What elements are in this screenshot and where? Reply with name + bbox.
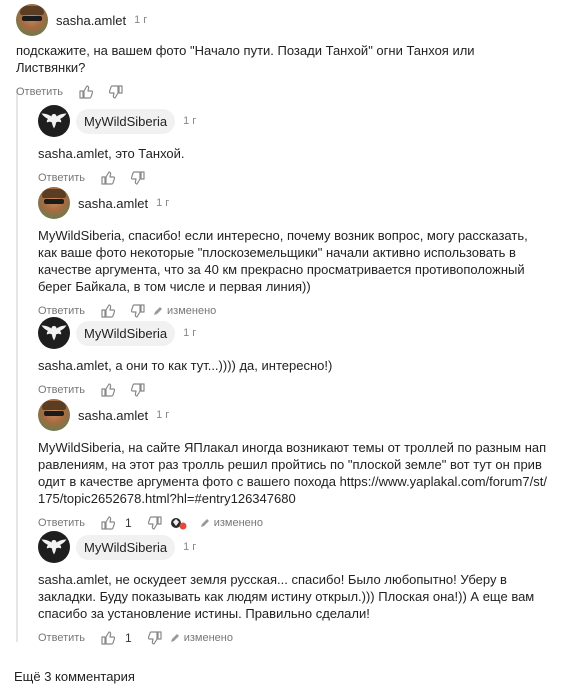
author-avatar[interactable] <box>38 105 70 137</box>
comment: sasha.amlet 1 г MyWildSiberia, спасибо! … <box>38 187 548 319</box>
comment-time: 1 г <box>183 327 197 339</box>
pencil-icon <box>200 519 209 527</box>
thumbs-up-icon[interactable] <box>101 516 116 530</box>
author-avatar[interactable] <box>38 531 70 563</box>
more-comments-link[interactable]: Ещё 3 комментария <box>14 669 135 684</box>
reply-button[interactable]: Ответить <box>38 305 85 317</box>
reply-button[interactable]: Ответить <box>38 517 85 529</box>
thumbs-up-icon[interactable] <box>101 383 116 397</box>
comment-time: 1 г <box>134 14 148 26</box>
author-avatar[interactable] <box>38 317 70 349</box>
comment-text: MyWildSiberia, спасибо! если интересно, … <box>38 228 528 294</box>
user-avatar[interactable] <box>38 399 70 431</box>
comment-text: MyWildSiberia, на сайте ЯПлакал иногда в… <box>38 440 547 506</box>
comment-author[interactable]: sasha.amlet <box>78 408 148 423</box>
comment-text: sasha.amlet, не оскудеет земля русская..… <box>38 572 535 621</box>
thumbs-down-icon[interactable] <box>109 85 123 99</box>
user-avatar[interactable] <box>16 4 48 36</box>
reply-button[interactable]: Ответить <box>38 172 85 184</box>
reply-button[interactable]: Ответить <box>38 384 85 396</box>
reply-button[interactable]: Ответить <box>16 86 63 98</box>
eagle-logo-icon <box>41 539 67 555</box>
thumbs-down-icon[interactable] <box>131 171 145 185</box>
thumbs-down-icon[interactable] <box>131 383 145 397</box>
edited-label: изменено <box>170 632 233 644</box>
thumbs-down-icon[interactable] <box>131 304 145 318</box>
comment-author[interactable]: MyWildSiberia <box>76 108 176 134</box>
thumbs-up-icon[interactable] <box>101 171 116 185</box>
comment-text: sasha.amlet, а они то как тут...)))) да,… <box>38 358 333 373</box>
comment: MyWildSiberia 1 г sasha.amlet, это Танхо… <box>38 105 548 186</box>
edited-label: изменено <box>153 305 216 317</box>
comment: MyWildSiberia 1 г sasha.amlet, не оскуде… <box>38 531 548 646</box>
thumbs-down-icon[interactable] <box>147 516 162 530</box>
comment-author[interactable]: sasha.amlet <box>78 196 148 211</box>
comment-author[interactable]: MyWildSiberia <box>76 320 176 346</box>
thumbs-up-icon[interactable] <box>79 85 94 99</box>
reply-button[interactable]: Ответить <box>38 632 85 644</box>
user-avatar[interactable] <box>38 187 70 219</box>
thread-line <box>16 89 18 642</box>
eagle-logo-icon <box>41 113 67 129</box>
comment-time: 1 г <box>183 115 197 127</box>
comment-time: 1 г <box>156 197 170 209</box>
like-count: 1 <box>125 516 132 530</box>
pencil-icon <box>170 634 179 642</box>
comment-text: подскажите, на вашем фото "Начало пути. … <box>16 43 475 75</box>
comment: sasha.amlet 1 г подскажите, на вашем фот… <box>16 4 556 100</box>
comment: MyWildSiberia 1 г sasha.amlet, а они то … <box>38 317 548 398</box>
pencil-icon <box>154 307 163 315</box>
thumbs-down-icon[interactable] <box>147 631 162 645</box>
comment: sasha.amlet 1 г MyWildSiberia, на сайте … <box>38 399 548 531</box>
reaction-icons[interactable] <box>170 516 188 530</box>
comment-author[interactable]: sasha.amlet <box>56 13 126 28</box>
eagle-logo-icon <box>41 325 67 341</box>
comment-author[interactable]: MyWildSiberia <box>76 534 176 560</box>
thumbs-up-icon[interactable] <box>101 304 116 318</box>
like-count: 1 <box>125 631 132 645</box>
comment-time: 1 г <box>183 541 197 553</box>
thumbs-up-icon[interactable] <box>101 631 116 645</box>
comment-text: sasha.amlet, это Танхой. <box>38 146 185 161</box>
edited-label: изменено <box>200 517 263 529</box>
comment-time: 1 г <box>156 409 170 421</box>
